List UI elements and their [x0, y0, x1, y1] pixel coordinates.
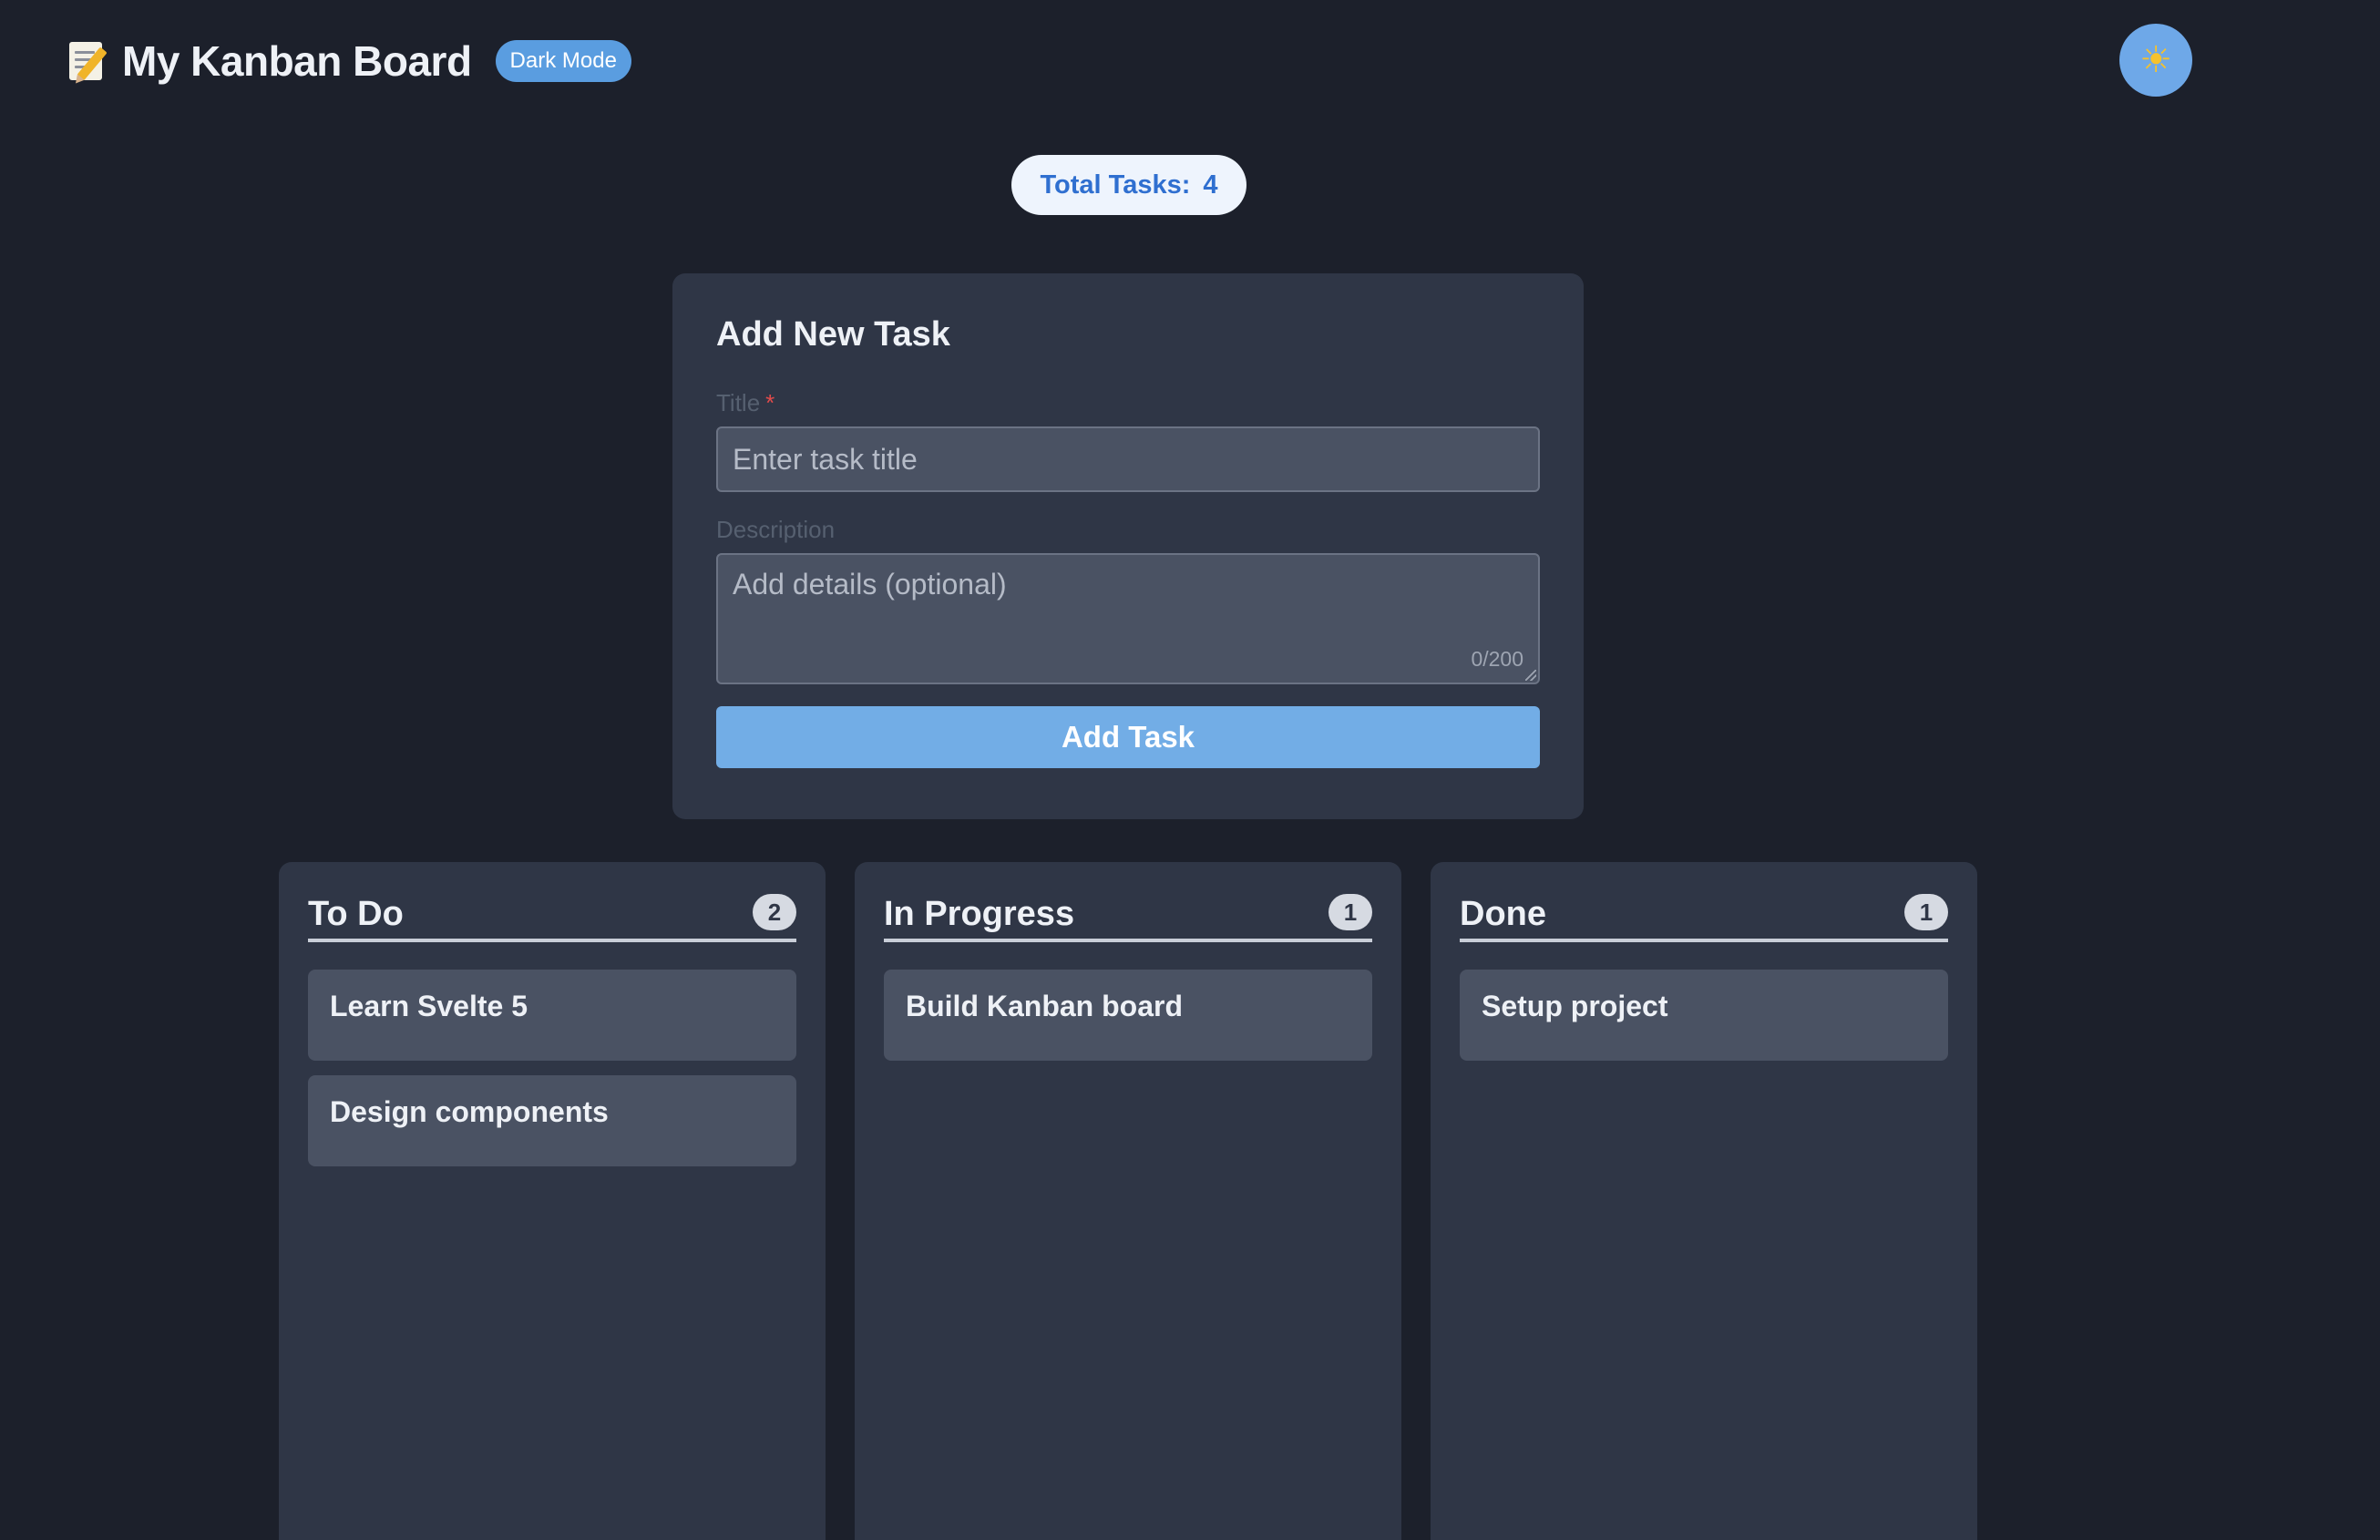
total-tasks-count: 4 [1203, 169, 1218, 200]
required-mark: * [765, 389, 775, 416]
column-done[interactable]: Done 1 Setup project [1431, 862, 1977, 1540]
char-counter: 0/200 [1471, 647, 1523, 671]
task-card[interactable]: Learn Svelte 5 [308, 970, 796, 1061]
task-card[interactable]: Setup project [1460, 970, 1948, 1061]
column-title: Done [1460, 894, 1546, 933]
description-label: Description [716, 516, 836, 543]
column-title: In Progress [884, 894, 1075, 933]
column-header: In Progress 1 [884, 889, 1372, 942]
kanban-app: My Kanban Board Dark Mode ☀ Total Tasks:… [0, 0, 2380, 1540]
page-title: My Kanban Board [122, 37, 472, 85]
add-task-button[interactable]: Add Task [716, 706, 1540, 768]
title-label: Title * [716, 389, 1540, 417]
total-tasks-label: Total Tasks: [1040, 169, 1191, 200]
task-card[interactable]: Design components [308, 1075, 796, 1166]
task-title: Setup project [1482, 990, 1668, 1022]
description-wrapper: 0/200 [716, 553, 1540, 684]
column-in-progress[interactable]: In Progress 1 Build Kanban board [855, 862, 1401, 1540]
mode-badge: Dark Mode [495, 40, 631, 82]
task-title: Learn Svelte 5 [330, 990, 528, 1022]
column-header: To Do 2 [308, 889, 796, 942]
column-title: To Do [308, 894, 404, 933]
resize-handle-icon[interactable] [1525, 670, 1536, 681]
column-count-badge: 1 [1904, 894, 1948, 930]
task-card[interactable]: Build Kanban board [884, 970, 1372, 1061]
kanban-columns: To Do 2 Learn Svelte 5 Design components… [279, 862, 1977, 1540]
form-heading: Add New Task [716, 315, 950, 354]
sun-icon: ☀ [2139, 40, 2172, 80]
app-header: My Kanban Board Dark Mode [67, 35, 631, 87]
memo-icon [67, 38, 109, 84]
total-tasks-pill: Total Tasks: 4 [1011, 155, 1246, 215]
task-title: Build Kanban board [906, 990, 1183, 1022]
description-textarea[interactable] [716, 553, 1540, 684]
task-title: Design components [330, 1095, 609, 1128]
title-input[interactable] [716, 426, 1540, 492]
column-header: Done 1 [1460, 889, 1948, 942]
theme-toggle-button[interactable]: ☀ [2119, 24, 2192, 97]
column-count-badge: 2 [753, 894, 796, 930]
add-task-form: Add New Task Title* Description 0/200 Ad… [672, 273, 1584, 819]
column-todo[interactable]: To Do 2 Learn Svelte 5 Design components [279, 862, 826, 1540]
column-count-badge: 1 [1328, 894, 1372, 930]
title-label-text: Title [716, 389, 761, 416]
